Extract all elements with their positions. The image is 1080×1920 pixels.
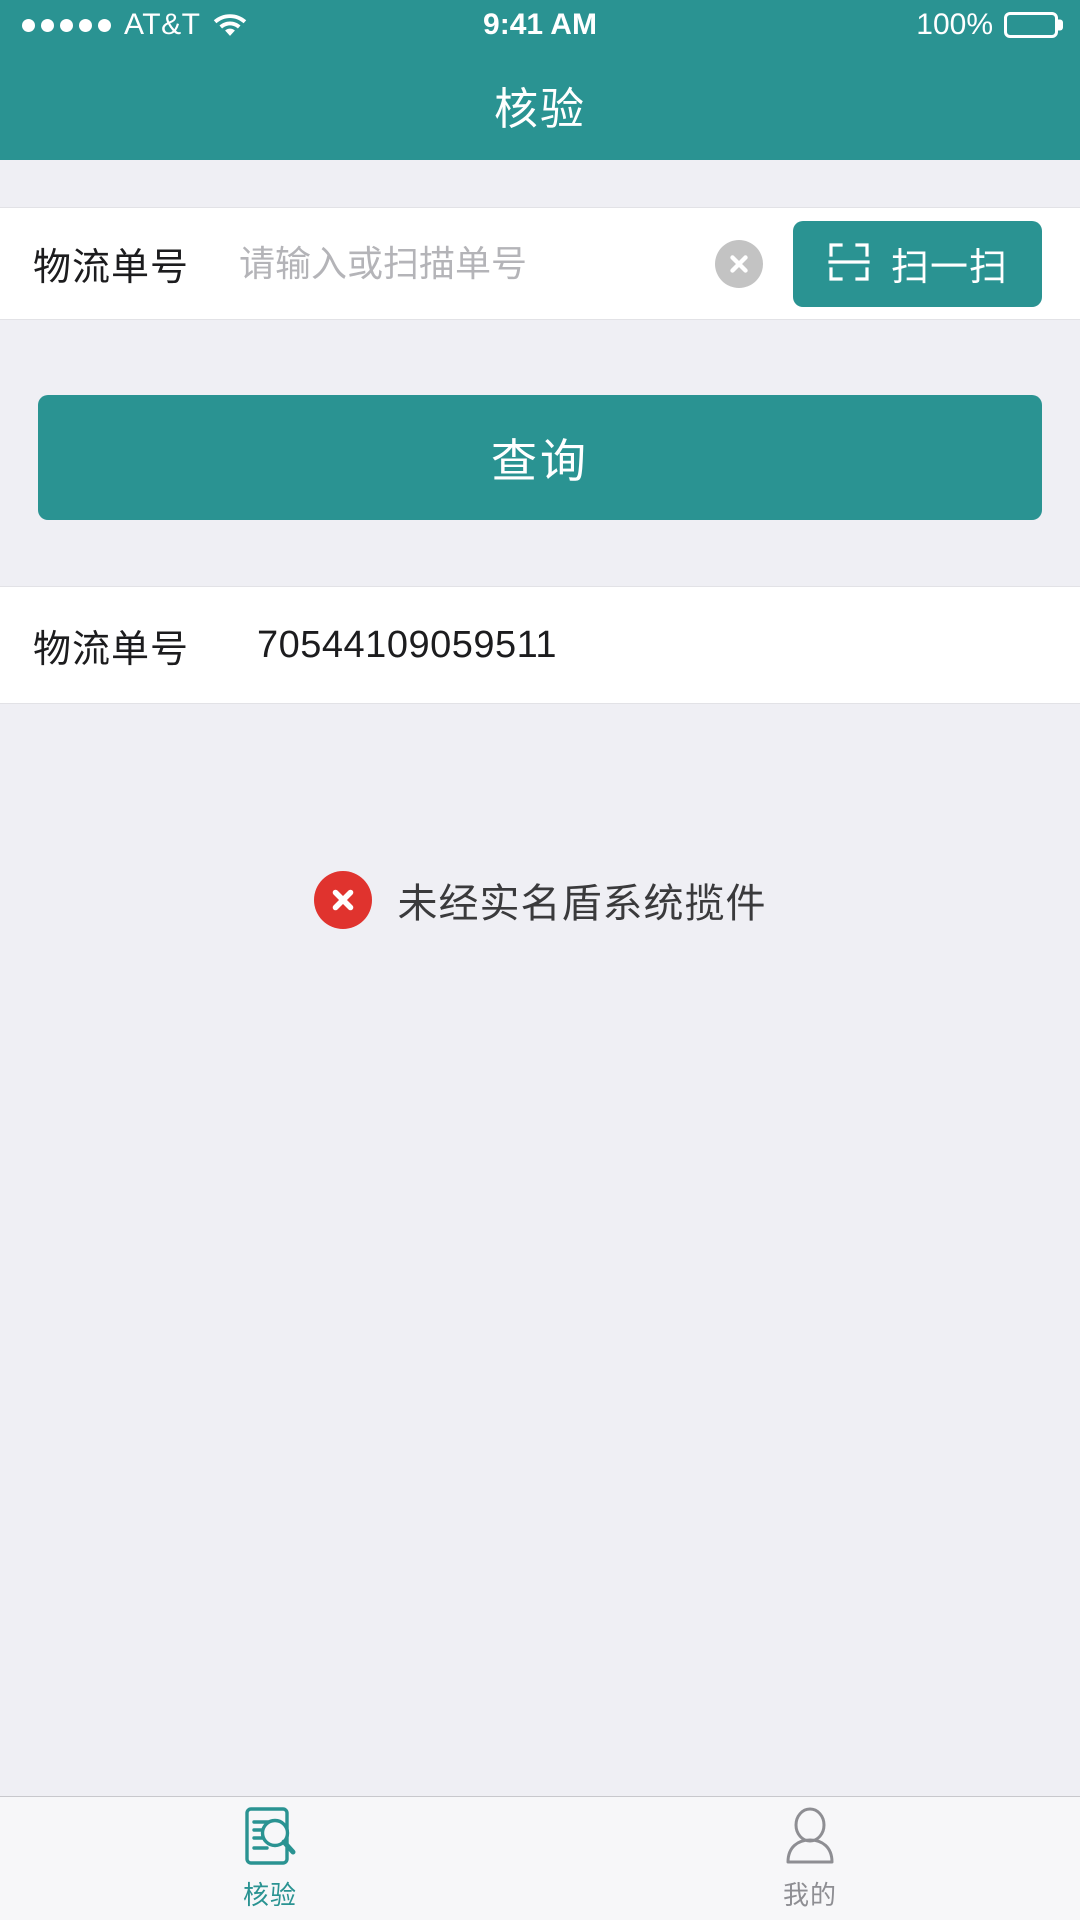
spacer-above-query xyxy=(0,320,1080,395)
content-area: 未经实名盾系统揽件 xyxy=(0,704,1080,1797)
spacer-above-result xyxy=(0,520,1080,586)
status-message-text: 未经实名盾系统揽件 xyxy=(397,882,767,926)
page-title: 核验 xyxy=(494,85,586,134)
clear-circle-x-icon[interactable] xyxy=(714,239,763,288)
scan-frame-icon xyxy=(827,240,871,287)
tab-verify-label: 核验 xyxy=(242,1880,297,1910)
scan-button[interactable]: 扫一扫 xyxy=(792,220,1042,307)
query-button[interactable]: 查询 xyxy=(38,395,1042,520)
status-bar-right: 100% xyxy=(916,10,1058,40)
result-value: 70544109059511 xyxy=(257,623,558,666)
tab-profile[interactable]: 我的 xyxy=(540,1797,1080,1920)
scan-button-label: 扫一扫 xyxy=(890,247,1008,289)
error-circle-x-icon xyxy=(313,871,372,929)
status-bar-left: AT&T xyxy=(22,10,247,41)
status-bar: AT&T 9:41 AM 100% xyxy=(0,0,1080,50)
tracking-number-label: 物流单号 xyxy=(33,247,190,289)
carrier-label: AT&T xyxy=(124,8,201,41)
tab-verify[interactable]: 核验 xyxy=(0,1797,540,1920)
wifi-icon xyxy=(213,10,247,41)
spacer-above-input xyxy=(0,160,1080,207)
person-icon xyxy=(781,1805,839,1867)
tab-bar: 核验 我的 xyxy=(0,1796,1080,1920)
result-label: 物流单号 xyxy=(33,628,190,671)
battery-percent-label: 100% xyxy=(916,8,993,41)
tab-profile-label: 我的 xyxy=(782,1880,837,1910)
tracking-number-input[interactable] xyxy=(239,242,715,285)
tracking-number-input-row: 物流单号 扫一扫 xyxy=(0,207,1080,320)
status-message: 未经实名盾系统揽件 xyxy=(0,871,1080,929)
signal-strength-icon xyxy=(22,18,111,32)
nav-bar: 核验 xyxy=(0,50,1080,160)
battery-full-icon xyxy=(1004,12,1058,38)
document-magnifier-icon xyxy=(241,1805,299,1867)
result-row: 物流单号 70544109059511 xyxy=(0,586,1080,704)
query-button-container: 查询 xyxy=(0,395,1080,520)
